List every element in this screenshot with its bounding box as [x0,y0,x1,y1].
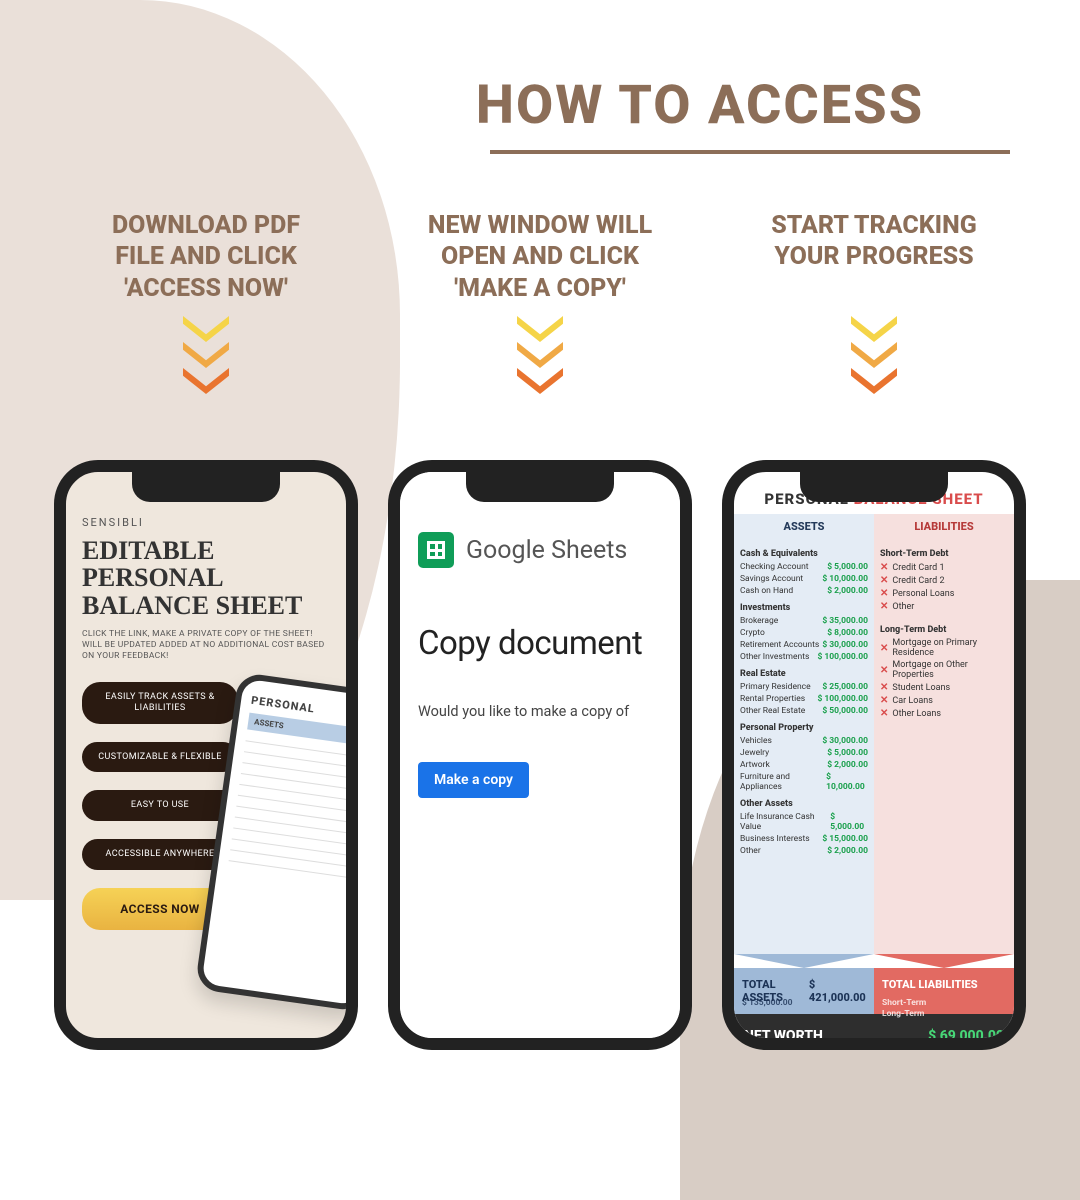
liabilities-column: LIABILITIES Short-Term Debt ✕Credit Card… [874,514,1014,954]
liab-sub-1: Short-Term [882,998,926,1008]
total-liabilities: TOTAL LIABILITIES Short-Term Long-Term [874,968,1014,1014]
app-name: Google Sheets [466,536,627,565]
asset-row: Brokerage$ 35,000.00 [740,615,868,627]
brand-label: SENSIBLI [82,516,330,529]
x-icon: ✕ [880,665,888,676]
net-worth-value: $ 69,000.00 [928,1028,1004,1044]
total-assets: TOTAL ASSETS $ 421,000.00 $ 135,000.00 [734,968,874,1014]
asset-row: Retirement Accounts$ 30,000.00 [740,639,868,651]
total-assets-value: $ 421,000.00 [809,978,866,1004]
arrow-down-icon [734,954,874,968]
asset-row: Crypto$ 8,000.00 [740,627,868,639]
asset-row: Other Real Estate$ 50,000.00 [740,705,868,717]
phones-row: SENSIBLI EDITABLE PERSONAL BALANCE SHEET… [54,460,1026,1050]
google-sheets-icon [418,532,454,568]
chevron-stack-icon [724,316,1024,394]
asset-row: Vehicles$ 30,000.00 [740,735,868,747]
liability-row: ✕Student Loans [880,681,1008,694]
asset-row: Life Insurance Cash Value$ 5,000.00 [740,811,868,833]
step-1-label: DOWNLOAD PDF FILE AND CLICK 'ACCESS NOW' [56,210,356,310]
feature-pill: EASILY TRACK ASSETS & LIABILITIES [82,682,238,724]
main-title: HOW TO ACCESS [360,74,1040,137]
section-label: Cash & Equivalents [740,549,868,559]
section-label: Real Estate [740,669,868,679]
x-icon: ✕ [880,588,888,599]
liability-row: ✕Other Loans [880,707,1008,720]
copy-question: Would you like to make a copy of [418,703,664,720]
step-3: START TRACKING YOUR PROGRESS [724,210,1024,394]
liability-row: ✕Mortgage on Other Properties [880,659,1008,681]
chevron-stack-icon [390,316,690,394]
step-2: NEW WINDOW WILL OPEN AND CLICK 'MAKE A C… [390,210,690,394]
total-liabilities-label: TOTAL LIABILITIES [882,978,978,991]
step-1: DOWNLOAD PDF FILE AND CLICK 'ACCESS NOW' [56,210,356,394]
asset-row: Checking Account$ 5,000.00 [740,561,868,573]
section-label: Other Assets [740,799,868,809]
liability-row: ✕Credit Card 1 [880,561,1008,574]
make-a-copy-button[interactable]: Make a copy [418,762,529,798]
phone-mock-1: SENSIBLI EDITABLE PERSONAL BALANCE SHEET… [54,460,358,1050]
phone-notch [132,472,280,502]
liability-row: ✕Other [880,600,1008,613]
feature-pill: CUSTOMIZABLE & FLEXIBLE [82,742,238,773]
liab-sub-2: Long-Term [882,1009,924,1019]
asset-row: Other$ 2,000.00 [740,845,868,857]
asset-row: Savings Account$ 10,000.00 [740,573,868,585]
asset-row: Other Investments$ 100,000.00 [740,651,868,663]
arrow-down-icon [874,954,1014,968]
liability-row: ✕Car Loans [880,694,1008,707]
step-2-label: NEW WINDOW WILL OPEN AND CLICK 'MAKE A C… [390,210,690,310]
liability-row: ✕Credit Card 2 [880,574,1008,587]
asset-row: Business Interests$ 15,000.00 [740,833,868,845]
steps-row: DOWNLOAD PDF FILE AND CLICK 'ACCESS NOW'… [56,210,1024,394]
x-icon: ✕ [880,562,888,573]
product-title: EDITABLE PERSONAL BALANCE SHEET [82,537,330,619]
x-icon: ✕ [880,575,888,586]
x-icon: ✕ [880,708,888,719]
phone-notch [466,472,614,502]
phone-mock-2: Google Sheets Copy document Would you li… [388,460,692,1050]
asset-row: Furniture and Appliances$ 10,000.00 [740,771,868,793]
section-label: Investments [740,603,868,613]
section-label: Short-Term Debt [880,549,1008,559]
feature-pill: EASY TO USE [82,790,238,821]
x-icon: ✕ [880,601,888,612]
section-label: Long-Term Debt [880,625,1008,635]
section-label: Personal Property [740,723,868,733]
step-3-label: START TRACKING YOUR PROGRESS [724,210,1024,310]
liabilities-header: LIABILITIES [880,514,1008,543]
asset-row: Cash on Hand$ 2,000.00 [740,585,868,597]
asset-row: Primary Residence$ 25,000.00 [740,681,868,693]
liability-row: ✕Mortgage on Primary Residence [880,637,1008,659]
net-worth-label: NET WORTH [744,1028,823,1044]
x-icon: ✕ [880,682,888,693]
product-desc: CLICK THE LINK, MAKE A PRIVATE COPY OF T… [82,629,330,662]
net-worth-row: NET WORTH $ 69,000.00 [734,1014,1014,1050]
total-assets-sub: $ 135,000.00 [742,998,793,1009]
phone-notch [800,472,948,502]
liability-row: ✕Personal Loans [880,587,1008,600]
phone-mock-3: PERSONAL BALANCE SHEET ASSETS Cash & Equ… [722,460,1026,1050]
x-icon: ✕ [880,695,888,706]
chevron-stack-icon [56,316,356,394]
assets-column: ASSETS Cash & Equivalents Checking Accou… [734,514,874,954]
title-underline [490,150,1010,154]
asset-row: Jewelry$ 5,000.00 [740,747,868,759]
assets-header: ASSETS [740,514,868,543]
copy-document-heading: Copy document [418,624,664,663]
asset-row: Artwork$ 2,000.00 [740,759,868,771]
asset-row: Rental Properties$ 100,000.00 [740,693,868,705]
x-icon: ✕ [880,643,888,654]
